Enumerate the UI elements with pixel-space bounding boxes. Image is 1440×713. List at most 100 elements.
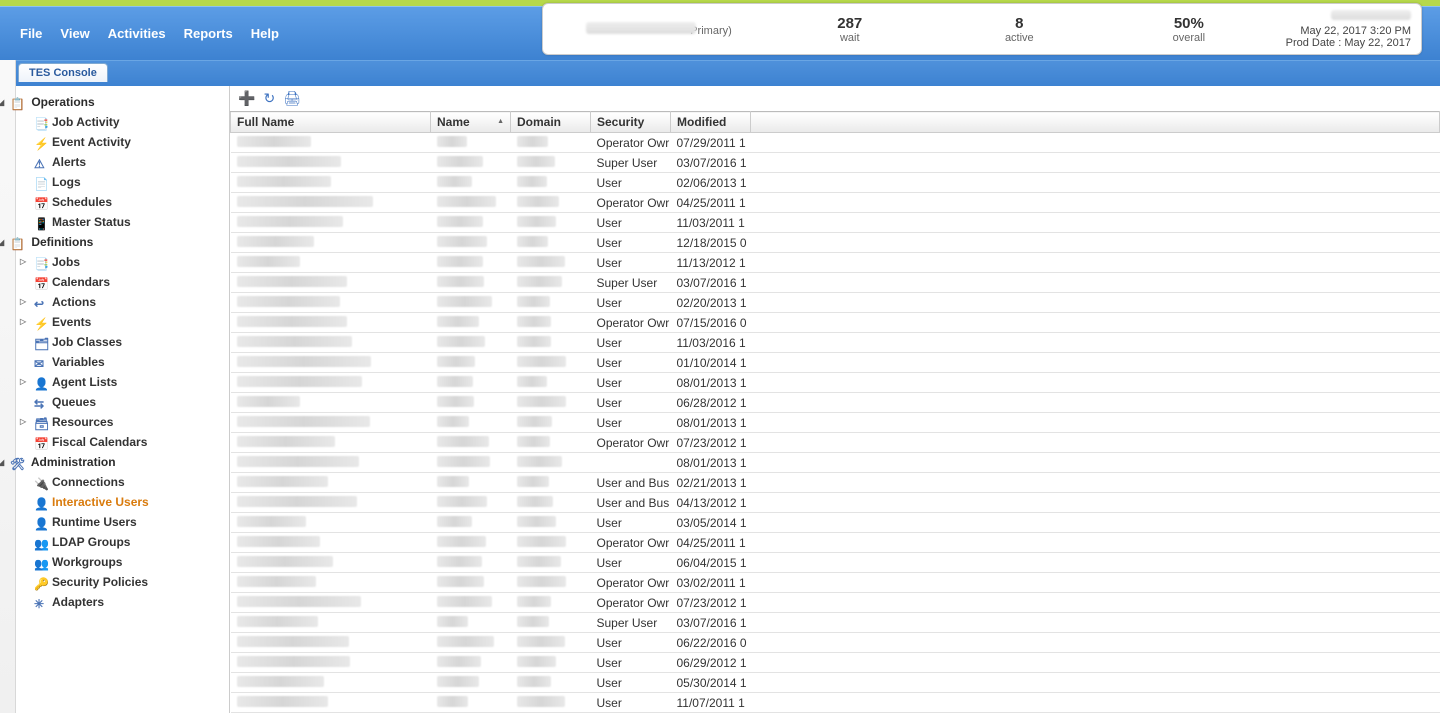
- tree-job-activity[interactable]: 📑Job Activity: [4, 112, 225, 132]
- tree-events[interactable]: ▷⚡Events: [4, 312, 225, 332]
- table-row[interactable]: User03/05/2014 1: [231, 513, 1440, 533]
- ldap-groups-icon: 👥: [34, 537, 48, 549]
- col-modified[interactable]: Modified: [671, 112, 751, 133]
- tree-operations[interactable]: 📋 Operations: [4, 92, 225, 112]
- tree-job-classes[interactable]: 🗂Job Classes: [4, 332, 225, 352]
- tree-ldap-groups[interactable]: 👥LDAP Groups: [4, 532, 225, 552]
- menu-file[interactable]: File: [20, 26, 42, 41]
- tree-variables[interactable]: ✉Variables: [4, 352, 225, 372]
- menu-view[interactable]: View: [60, 26, 89, 41]
- table-row[interactable]: Operator Owr03/02/2011 1: [231, 573, 1440, 593]
- table-row[interactable]: Operator Owr07/23/2012 1: [231, 433, 1440, 453]
- table-row[interactable]: User08/01/2013 1: [231, 373, 1440, 393]
- table-row[interactable]: User and Bus04/13/2012 1: [231, 493, 1440, 513]
- table-row[interactable]: Super User03/07/2016 1: [231, 153, 1440, 173]
- table-row[interactable]: User11/13/2012 1: [231, 253, 1440, 273]
- cell-domain: [511, 273, 591, 293]
- cell-full-name: [231, 253, 431, 273]
- table-row[interactable]: User02/20/2013 1: [231, 293, 1440, 313]
- cell-security: User: [591, 393, 671, 413]
- schedules-icon: 📅: [34, 197, 48, 209]
- tree-jobs[interactable]: ▷📑Jobs: [4, 252, 225, 272]
- table-row[interactable]: User and Bus02/21/2013 1: [231, 473, 1440, 493]
- tree-calendars[interactable]: 📅Calendars: [4, 272, 225, 292]
- table-row[interactable]: User11/03/2016 1: [231, 333, 1440, 353]
- tree-fiscal-calendars[interactable]: 📅Fiscal Calendars: [4, 432, 225, 452]
- col-name[interactable]: Name: [431, 112, 511, 133]
- status-wait: 287 wait: [765, 15, 935, 44]
- menu-activities[interactable]: Activities: [108, 26, 166, 41]
- chevron-right-icon[interactable]: ▷: [20, 317, 26, 326]
- tab-tes-console[interactable]: TES Console: [18, 63, 108, 82]
- table-row[interactable]: User06/29/2012 1: [231, 653, 1440, 673]
- cell-name: [431, 553, 511, 573]
- table-row[interactable]: Super User03/07/2016 1: [231, 273, 1440, 293]
- table-row[interactable]: User11/07/2011 1: [231, 693, 1440, 713]
- table-row[interactable]: User11/03/2011 1: [231, 213, 1440, 233]
- table-row[interactable]: User02/06/2013 1: [231, 173, 1440, 193]
- table-row[interactable]: Operator Owr07/15/2016 0: [231, 313, 1440, 333]
- table-row[interactable]: 08/01/2013 1: [231, 453, 1440, 473]
- chevron-right-icon[interactable]: ▷: [20, 297, 26, 306]
- table-row[interactable]: User06/22/2016 0: [231, 633, 1440, 653]
- add-button[interactable]: ➕: [238, 90, 255, 107]
- col-domain[interactable]: Domain: [511, 112, 591, 133]
- table-row[interactable]: User01/10/2014 1: [231, 353, 1440, 373]
- table-row[interactable]: User12/18/2015 0: [231, 233, 1440, 253]
- cell-name: [431, 213, 511, 233]
- menu-help[interactable]: Help: [251, 26, 279, 41]
- table-row[interactable]: Operator Owr07/29/2011 1: [231, 133, 1440, 153]
- tree-queues[interactable]: ⇆Queues: [4, 392, 225, 412]
- table-row[interactable]: Operator Owr04/25/2011 1: [231, 533, 1440, 553]
- chevron-right-icon[interactable]: ▷: [20, 257, 26, 266]
- tree-master-status[interactable]: 📱Master Status: [4, 212, 225, 232]
- cell-security: User and Bus: [591, 493, 671, 513]
- adapters-icon: ✳: [34, 597, 48, 609]
- tree-resources[interactable]: ▷🗃Resources: [4, 412, 225, 432]
- tree-adapters[interactable]: ✳Adapters: [4, 592, 225, 612]
- refresh-button[interactable]: ↻: [263, 90, 275, 107]
- table-row[interactable]: User08/01/2013 1: [231, 413, 1440, 433]
- tree-logs[interactable]: 📄Logs: [4, 172, 225, 192]
- cell-security: User: [591, 653, 671, 673]
- tree-alerts[interactable]: ⚠Alerts: [4, 152, 225, 172]
- print-button[interactable]: 🖨: [283, 90, 301, 107]
- col-full-name[interactable]: Full Name: [231, 112, 431, 133]
- tree-security-policies[interactable]: 🔑Security Policies: [4, 572, 225, 592]
- tree-runtime-users[interactable]: 👤Runtime Users: [4, 512, 225, 532]
- table-row[interactable]: User06/04/2015 1: [231, 553, 1440, 573]
- cell-full-name: [231, 413, 431, 433]
- cell-security: User: [591, 353, 671, 373]
- tree-event-activity[interactable]: ⚡Event Activity: [4, 132, 225, 152]
- cell-security: Operator Owr: [591, 593, 671, 613]
- table-row[interactable]: User06/28/2012 1: [231, 393, 1440, 413]
- table-row[interactable]: User05/30/2014 1: [231, 673, 1440, 693]
- tree-agent-lists[interactable]: ▷👤Agent Lists: [4, 372, 225, 392]
- chevron-right-icon[interactable]: ▷: [20, 377, 26, 386]
- tree-connections[interactable]: 🔌Connections: [4, 472, 225, 492]
- cell-modified: 03/07/2016 1: [671, 273, 751, 293]
- variables-icon: ✉: [34, 357, 48, 369]
- cell-security: Super User: [591, 613, 671, 633]
- tree-actions[interactable]: ▷↩Actions: [4, 292, 225, 312]
- cell-name: [431, 453, 511, 473]
- cell-domain: [511, 573, 591, 593]
- tree-definitions[interactable]: 📋 Definitions: [4, 232, 225, 252]
- table-row[interactable]: Operator Owr07/23/2012 1: [231, 593, 1440, 613]
- col-security[interactable]: Security: [591, 112, 671, 133]
- col-spacer: [751, 112, 1440, 133]
- cell-modified: 07/29/2011 1: [671, 133, 751, 153]
- table-row[interactable]: Operator Owr04/25/2011 1: [231, 193, 1440, 213]
- tree-workgroups[interactable]: 👥Workgroups: [4, 552, 225, 572]
- tree-administration[interactable]: 🛠 Administration: [4, 452, 225, 472]
- tree-schedules[interactable]: 📅Schedules: [4, 192, 225, 212]
- cell-security: Operator Owr: [591, 193, 671, 213]
- chevron-right-icon[interactable]: ▷: [20, 417, 26, 426]
- cell-domain: [511, 333, 591, 353]
- overall-label: overall: [1118, 32, 1260, 44]
- menu-reports[interactable]: Reports: [184, 26, 233, 41]
- table-row[interactable]: Super User03/07/2016 1: [231, 613, 1440, 633]
- cell-modified: 07/23/2012 1: [671, 433, 751, 453]
- tree-interactive-users[interactable]: 👤Interactive Users: [4, 492, 225, 512]
- cell-domain: [511, 393, 591, 413]
